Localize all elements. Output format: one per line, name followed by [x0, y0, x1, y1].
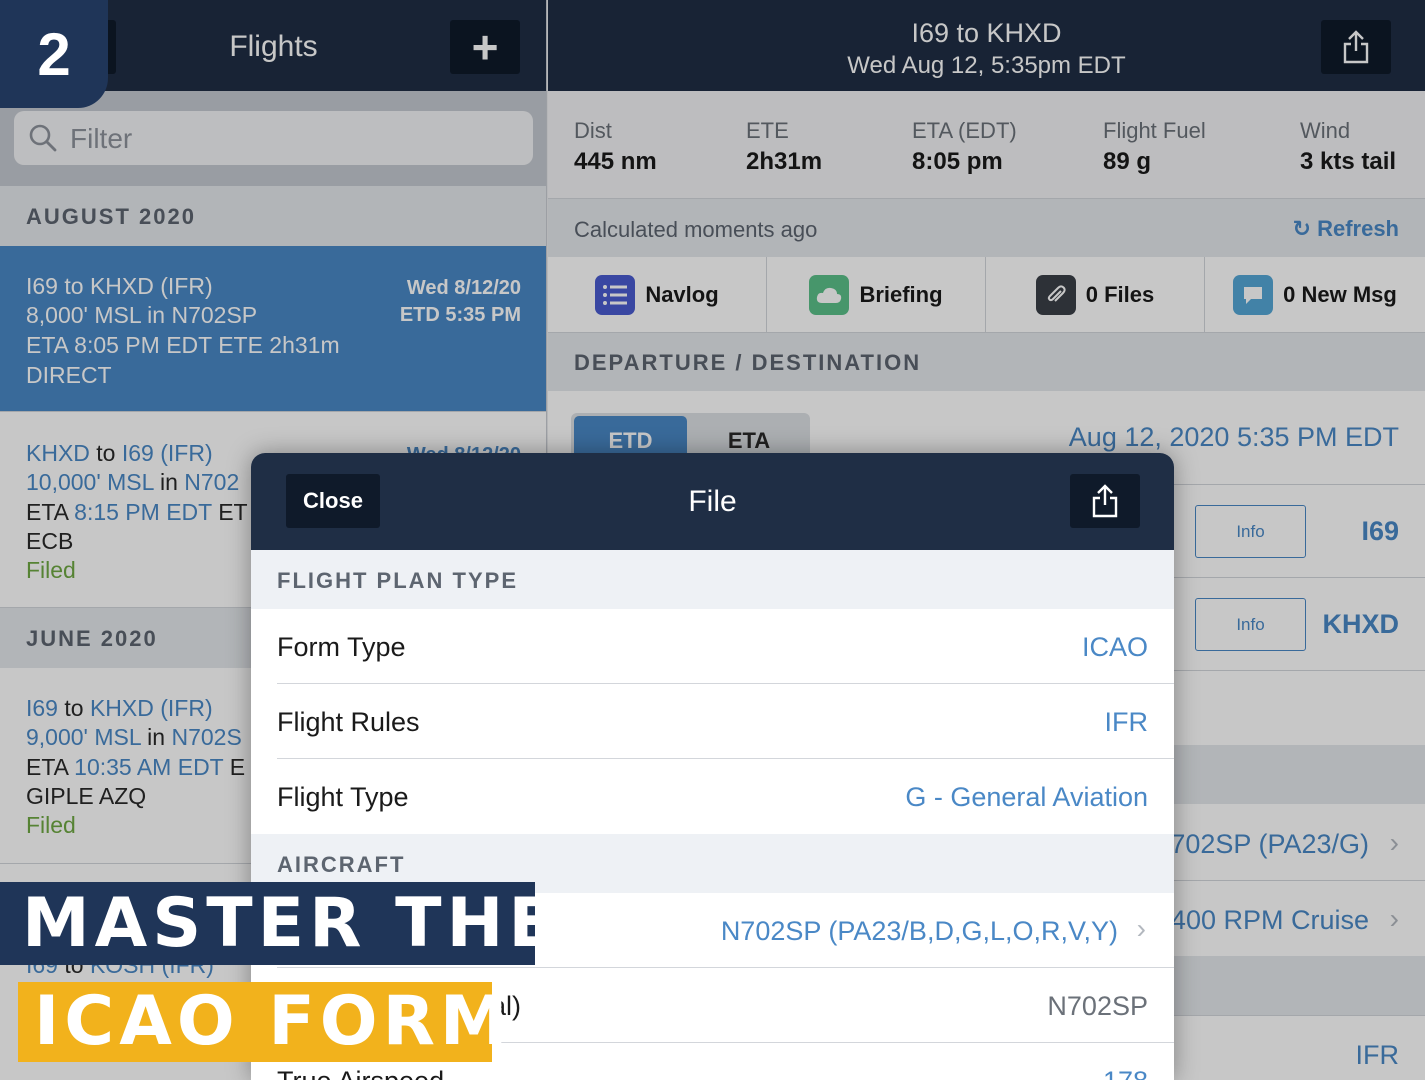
step-number-badge: 2 — [0, 0, 108, 108]
chevron-right-icon: › — [1136, 913, 1146, 944]
modal-title: File — [688, 485, 737, 518]
row-label: Flight Rules — [277, 707, 420, 737]
row-value: 178 — [1103, 1066, 1148, 1080]
row-value: N702SP — [1047, 991, 1148, 1021]
banner-line-1: MASTER THE — [0, 882, 555, 965]
row-label: Flight Type — [277, 782, 409, 812]
row-value: IFR — [1104, 707, 1149, 737]
row-label: Form Type — [277, 632, 406, 662]
share-icon — [1092, 484, 1118, 518]
flight-type-row[interactable]: Flight Type G - General Aviation — [251, 759, 1174, 834]
form-type-row[interactable]: Form Type ICAO — [251, 609, 1174, 684]
row-label: True Airspeed — [277, 1066, 444, 1080]
modal-share-button[interactable] — [1070, 474, 1140, 528]
row-value: N702SP (PA23/B,D,G,L,O,R,V,Y) — [720, 916, 1118, 946]
file-modal-header: Close File — [251, 453, 1174, 550]
section-header-flight-plan-type: FLIGHT PLAN TYPE — [251, 550, 1174, 609]
row-value: G - General Aviation — [905, 782, 1148, 812]
row-value: ICAO — [1081, 632, 1148, 662]
flight-rules-row[interactable]: Flight Rules IFR — [251, 684, 1174, 759]
banner-line-2: ICAO FORM — [18, 982, 508, 1062]
